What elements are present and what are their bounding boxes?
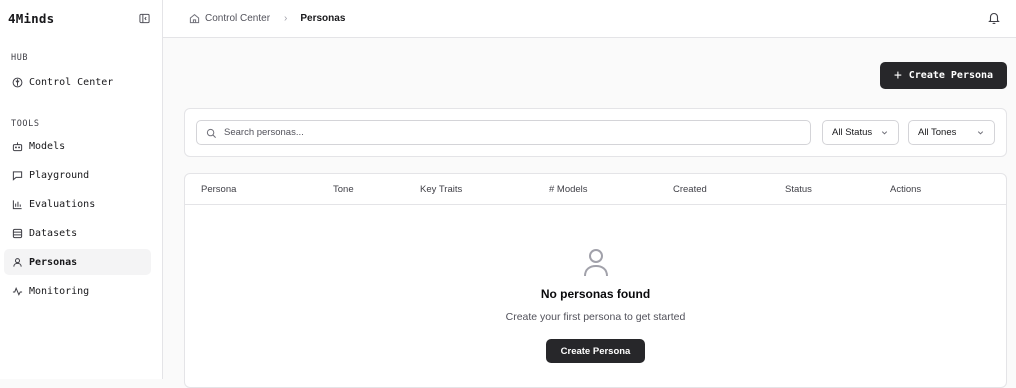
sidebar-item-evaluations[interactable]: Evaluations bbox=[4, 191, 151, 217]
empty-state-title: No personas found bbox=[540, 287, 651, 301]
activity-icon bbox=[11, 285, 23, 297]
sidebar-item-playground[interactable]: Playground bbox=[4, 162, 151, 188]
sidebar-item-monitoring[interactable]: Monitoring bbox=[4, 278, 151, 304]
empty-state: No personas found Create your first pers… bbox=[185, 248, 1006, 363]
search-input[interactable]: Search personas... bbox=[196, 120, 811, 145]
breadcrumb-home-link[interactable]: Control Center bbox=[205, 13, 270, 24]
user-icon bbox=[583, 248, 609, 278]
filter-bar: Search personas... All Status All Tones bbox=[184, 108, 1007, 157]
sidebar-item-personas[interactable]: Personas bbox=[4, 249, 151, 275]
search-placeholder: Search personas... bbox=[224, 127, 304, 138]
compass-icon bbox=[11, 76, 23, 88]
sidebar-toggle-icon[interactable] bbox=[136, 11, 152, 27]
tools-nav: Models Playground Evaluations Datasets P… bbox=[0, 133, 162, 304]
breadcrumb-current: Personas bbox=[300, 13, 346, 24]
message-square-icon bbox=[11, 169, 23, 181]
sidebar-item-label: Evaluations bbox=[29, 198, 96, 210]
status-filter-value: All Status bbox=[832, 127, 873, 138]
empty-state-subtitle: Create your first persona to get started bbox=[505, 311, 686, 323]
bell-icon[interactable] bbox=[987, 11, 1001, 25]
bot-icon bbox=[11, 140, 23, 152]
column-header-status: Status bbox=[785, 184, 812, 195]
tools-section-label: TOOLS bbox=[11, 119, 40, 129]
sidebar-item-label: Monitoring bbox=[29, 285, 90, 297]
create-persona-button[interactable]: + Create Persona bbox=[880, 62, 1007, 89]
top-bar: Control Center › Personas bbox=[163, 0, 1016, 38]
sidebar-item-label: Control Center bbox=[29, 76, 114, 88]
search-icon bbox=[206, 127, 217, 138]
sidebar-item-models[interactable]: Models bbox=[4, 133, 151, 159]
sidebar-item-control-center[interactable]: Control Center bbox=[4, 69, 151, 95]
empty-state-create-button[interactable]: Create Persona bbox=[545, 339, 646, 363]
tone-filter-select[interactable]: All Tones bbox=[908, 120, 995, 145]
home-icon bbox=[189, 13, 200, 24]
personas-table: Persona Tone Key Traits # Models Created… bbox=[184, 173, 1007, 388]
sidebar-item-label: Datasets bbox=[29, 227, 78, 239]
column-header-actions: Actions bbox=[890, 184, 922, 195]
hub-section-label: HUB bbox=[11, 53, 29, 63]
breadcrumb: Control Center › Personas bbox=[189, 13, 345, 24]
chevron-down-icon bbox=[976, 128, 985, 137]
sidebar-item-label: Personas bbox=[29, 256, 78, 268]
sidebar-item-datasets[interactable]: Datasets bbox=[4, 220, 151, 246]
sidebar-item-label: Playground bbox=[29, 169, 90, 181]
column-header-key-traits: Key Traits bbox=[420, 184, 463, 195]
sidebar: 4Minds HUB Control Center TOOLS Models P… bbox=[0, 0, 163, 379]
table-header: Persona Tone Key Traits # Models Created… bbox=[185, 174, 1006, 205]
status-filter-select[interactable]: All Status bbox=[822, 120, 899, 145]
app-name: 4Minds bbox=[8, 11, 55, 26]
user-icon bbox=[11, 256, 23, 268]
column-header-tone: Tone bbox=[333, 184, 354, 195]
sidebar-header: 4Minds bbox=[0, 0, 162, 37]
plus-icon: + bbox=[893, 68, 902, 83]
hub-nav: Control Center bbox=[0, 69, 162, 95]
column-header-persona: Persona bbox=[201, 184, 237, 195]
chevron-right-icon: › bbox=[284, 13, 288, 24]
tone-filter-value: All Tones bbox=[918, 127, 957, 138]
sidebar-item-label: Models bbox=[29, 140, 66, 152]
database-icon bbox=[11, 227, 23, 239]
create-persona-label: Create Persona bbox=[908, 70, 994, 81]
bar-chart-icon bbox=[11, 198, 23, 210]
chevron-down-icon bbox=[880, 128, 889, 137]
column-header-models: # Models bbox=[549, 184, 588, 195]
column-header-created: Created bbox=[673, 184, 707, 195]
